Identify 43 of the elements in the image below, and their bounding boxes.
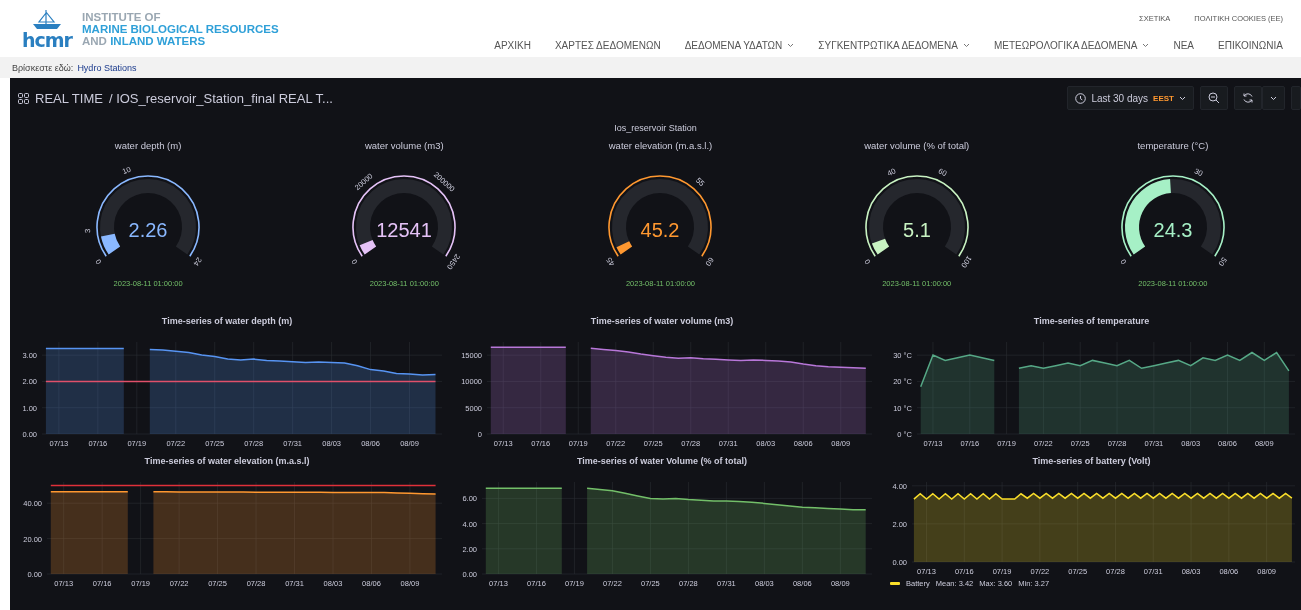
caret-icon xyxy=(1270,95,1277,101)
breadcrumb-label: Βρίσκεστε εδώ: xyxy=(12,62,74,73)
chart-title: Time-series of water volume (m3) xyxy=(589,316,735,328)
chart-title: Time-series of water Volume (% of total) xyxy=(575,456,749,468)
station-title: Ios_reservoir Station xyxy=(614,123,697,133)
gauge-title: water depth (m) xyxy=(114,140,182,151)
gauge-value: 5.1 xyxy=(902,219,931,241)
gauge-value: 2.26 xyxy=(128,219,168,241)
gauge-title: water elevation (m.a.s.l.) xyxy=(608,140,713,151)
institute-name-line: MARINE BIOLOGICAL RESOURCES xyxy=(82,22,279,35)
nav-link[interactable]: ΔΕΔΟΜΕΝΑ ΥΔΑΤΩΝ xyxy=(684,40,795,51)
nav-link[interactable]: ΕΠΙΚΟΙΝΩΝΙΑ xyxy=(1218,40,1283,51)
zoom-out-button[interactable] xyxy=(1200,86,1228,110)
legend-swatch xyxy=(890,582,900,585)
nav-link[interactable]: ΝΕΑ xyxy=(1173,40,1195,51)
refresh-icon xyxy=(1242,92,1254,104)
chart-title: Time-series of battery (Volt) xyxy=(1031,456,1152,468)
gauge-title: water volume (m3) xyxy=(364,140,444,151)
breadcrumb-link[interactable]: Hydro Stations xyxy=(77,62,137,73)
caret-icon xyxy=(1179,95,1186,101)
logo-text: hcmr xyxy=(22,30,72,49)
nav-link[interactable]: ΧΑΡΤΕΣ ΔΕΔΟΜΕΝΩΝ xyxy=(554,40,661,51)
gauge-value: 45.2 xyxy=(641,219,680,241)
gauge-title: water volume (% of total) xyxy=(864,140,970,151)
time-range-button[interactable]: Last 30 days EEST xyxy=(1067,86,1194,110)
nav-link[interactable]: ΣΥΓΚΕΝΤΡΩΤΙΚΑ ΔΕΔΟΜΕΝΑ xyxy=(818,40,970,51)
institute-name-line: AND INLAND WATERS xyxy=(82,34,207,47)
folder-link[interactable]: REAL TIME xyxy=(35,90,103,106)
refresh-button[interactable] xyxy=(1234,86,1262,110)
nav-link[interactable]: ΑΡΧΙΚΗ xyxy=(494,40,531,51)
gauge-value: 12541 xyxy=(376,219,433,241)
nav-link[interactable]: ΜΕΤΕΩΡΟΛΟΓΙΚΑ ΔΕΔΟΜΕΝΑ xyxy=(993,40,1150,51)
gauge-title: temperature (°C) xyxy=(1137,140,1209,151)
clock-icon xyxy=(1075,92,1087,104)
chart-title: Time-series of water elevation (m.a.s.l) xyxy=(143,456,311,468)
dashboard-title: / IOS_reservoir_Station_final REAL T... xyxy=(108,90,333,106)
dashboard-grid-icon xyxy=(18,92,29,104)
ship-icon xyxy=(30,8,64,31)
gauge-value: 24.3 xyxy=(1153,219,1193,241)
institute-name-line: INSTITUTE OF xyxy=(82,10,162,23)
chart-title: Time-series of temperature xyxy=(1032,316,1151,328)
zoom-out-icon xyxy=(1208,92,1220,104)
chart-title: Time-series of water depth (m) xyxy=(160,316,294,328)
